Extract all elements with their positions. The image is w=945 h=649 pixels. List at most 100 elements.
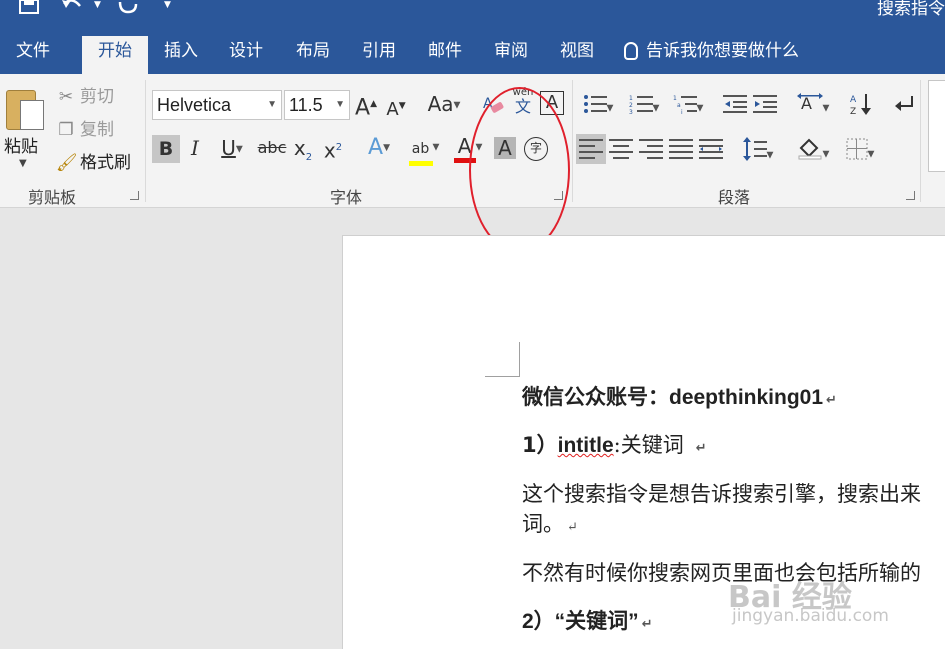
text-effects-button[interactable]: A▼ xyxy=(360,136,398,160)
svg-text:2: 2 xyxy=(629,102,633,109)
paste-button[interactable]: 粘贴 xyxy=(4,132,38,157)
scissors-icon: ✂ xyxy=(58,87,74,107)
tab-home[interactable]: 开始 xyxy=(82,36,148,74)
brush-icon: 🖌 xyxy=(56,153,78,173)
tab-design[interactable]: 设计 xyxy=(215,36,277,74)
tab-view[interactable]: 视图 xyxy=(546,36,608,74)
svg-text:A: A xyxy=(850,95,857,105)
enter-arrow-icon xyxy=(895,96,913,111)
align-left-icon xyxy=(579,139,603,159)
distributed-button[interactable] xyxy=(698,139,724,164)
undo-icon[interactable] xyxy=(60,0,86,18)
font-name-value: Helvetica xyxy=(157,95,232,115)
font-size-value: 11.5 xyxy=(289,95,323,115)
align-center-button[interactable] xyxy=(608,139,634,164)
doc-line-6[interactable]: 2）“关键词” ↵ xyxy=(522,605,653,635)
sort-button[interactable]: AZ xyxy=(848,92,876,121)
group-divider xyxy=(572,80,573,202)
clipboard-group-label: 剪贴板 xyxy=(28,188,77,207)
bold-button[interactable]: B xyxy=(152,135,180,163)
group-divider xyxy=(920,80,921,202)
numbering-button[interactable]: 1 2 3 ▼ xyxy=(624,94,664,121)
tell-me-box[interactable]: 告诉我你想要做什么 xyxy=(624,36,799,66)
ribbon-tabs: 文件 开始 插入 设计 布局 引用 邮件 审阅 视图 告诉我你想要做什么 xyxy=(0,26,945,74)
svg-text:3: 3 xyxy=(629,109,633,114)
borders-icon xyxy=(846,138,868,160)
italic-button[interactable]: I xyxy=(184,136,206,160)
bullets-button[interactable]: ▼ xyxy=(578,94,618,121)
svg-text:A: A xyxy=(801,94,812,113)
subscript-button[interactable]: x2 xyxy=(292,136,314,170)
align-right-button[interactable] xyxy=(638,139,664,164)
redo-icon[interactable] xyxy=(116,0,138,18)
margin-corner-mark xyxy=(519,342,520,377)
decrease-indent-icon xyxy=(723,95,747,113)
group-divider xyxy=(145,80,146,202)
distributed-icon xyxy=(699,139,723,159)
shrink-font-button[interactable]: A▼ xyxy=(385,94,407,122)
font-name-combo[interactable]: Helvetica ▼ xyxy=(152,90,282,120)
paste-dropdown-icon[interactable]: ▼ xyxy=(19,158,27,169)
chinese-layout-icon: A xyxy=(796,93,823,113)
tab-review[interactable]: 审阅 xyxy=(480,36,542,74)
save-icon[interactable] xyxy=(18,0,40,18)
align-left-button[interactable] xyxy=(576,134,606,164)
spellcheck-word: intitle xyxy=(557,434,614,457)
paragraph-group-label: 段落 xyxy=(718,188,751,207)
ribbon: 粘贴 ▼ ✂ 剪切 ❐ 复制 🖌 格式刷 剪贴板 Helvetica ▼ 11.5 ▼ A… xyxy=(0,74,945,253)
change-case-button[interactable]: Aa▼ xyxy=(424,92,464,118)
doc-line-5[interactable]: 不然有时候你搜索网页里面也会包括所输的 xyxy=(522,557,921,587)
undo-dropdown-icon[interactable]: ▼ xyxy=(94,0,101,16)
chevron-down-icon: ▼ xyxy=(335,99,345,110)
increase-indent-button[interactable] xyxy=(752,94,778,119)
customize-qat-icon[interactable]: ▼ xyxy=(164,0,171,16)
svg-text:Z: Z xyxy=(850,107,856,116)
tab-references[interactable]: 引用 xyxy=(348,36,410,74)
styles-gallery[interactable] xyxy=(928,80,945,172)
line-spacing-button[interactable]: ▼ xyxy=(738,137,778,168)
font-size-combo[interactable]: 11.5 ▼ xyxy=(284,90,350,120)
copy-icon: ❐ xyxy=(58,120,74,140)
align-center-icon xyxy=(609,139,633,159)
font-group-label: 字体 xyxy=(330,188,363,207)
svg-text:1: 1 xyxy=(673,95,677,102)
multilevel-list-button[interactable]: 1 a i ▼ xyxy=(668,94,708,121)
doc-line-3[interactable]: 这个搜索指令是想告诉搜索引擎，搜索出来 xyxy=(522,478,921,508)
multilevel-list-icon: 1ai xyxy=(673,95,697,116)
justify-icon xyxy=(669,139,693,159)
highlight-color-button[interactable]: ab ▼ xyxy=(404,134,444,166)
format-painter-button[interactable]: 🖌 格式刷 xyxy=(56,148,131,173)
tab-file[interactable]: 文件 xyxy=(0,36,66,74)
tab-insert[interactable]: 插入 xyxy=(150,36,212,74)
line-spacing-icon xyxy=(742,137,767,161)
decrease-indent-button[interactable] xyxy=(722,94,748,119)
borders-button[interactable]: ▼ xyxy=(840,138,880,167)
strikethrough-button[interactable]: abc xyxy=(256,136,288,160)
paragraph-launcher-icon[interactable] xyxy=(906,191,915,200)
tab-mailings[interactable]: 邮件 xyxy=(414,36,476,74)
svg-text:a: a xyxy=(677,102,681,109)
clipboard-launcher-icon[interactable] xyxy=(130,191,139,200)
doc-line-1[interactable]: 微信公众账号：deepthinking01 ↵ xyxy=(522,381,837,411)
doc-line-2[interactable]: 1）intitle:关键词 ↵ xyxy=(522,429,707,459)
document-title: 搜索指令 xyxy=(877,0,945,19)
cut-button[interactable]: ✂ 剪切 xyxy=(56,82,114,107)
shading-button[interactable]: ▼ xyxy=(792,136,834,167)
sort-icon: AZ xyxy=(850,94,871,117)
svg-text:i: i xyxy=(681,109,683,114)
bullets-icon xyxy=(583,95,607,113)
justify-button[interactable] xyxy=(668,139,694,164)
paragraph-mark: ↵ xyxy=(826,392,837,407)
underline-button[interactable]: U▼ xyxy=(214,136,250,162)
paragraph-mark: ↵ xyxy=(567,520,578,535)
paint-bucket-icon xyxy=(798,138,822,160)
show-formatting-marks-button[interactable] xyxy=(890,92,918,121)
superscript-button[interactable]: x2 xyxy=(322,136,344,163)
doc-line-4[interactable]: 词。 ↵ xyxy=(522,508,578,538)
paste-icon[interactable] xyxy=(6,84,46,132)
tell-me-text: 告诉我你想要做什么 xyxy=(646,41,799,61)
tab-layout[interactable]: 布局 xyxy=(282,36,344,74)
chinese-layout-button[interactable]: A ▼ xyxy=(792,92,834,121)
copy-button[interactable]: ❐ 复制 xyxy=(56,115,114,140)
grow-font-button[interactable]: A▲ xyxy=(355,92,377,120)
